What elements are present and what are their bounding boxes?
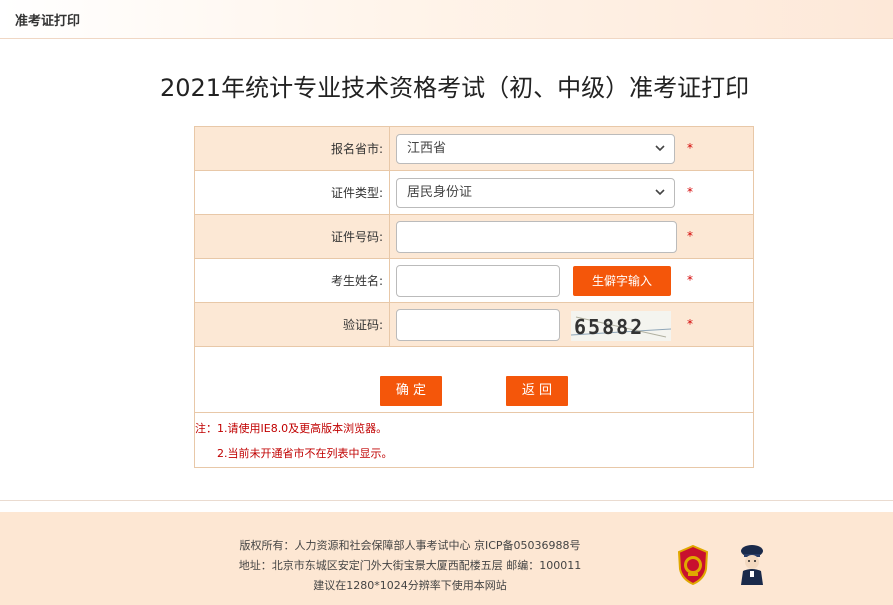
id-number-input[interactable] bbox=[396, 221, 677, 253]
province-label: 报名省市: bbox=[195, 127, 390, 171]
required-mark: * bbox=[687, 229, 693, 243]
required-mark: * bbox=[687, 317, 693, 331]
id-number-row: 证件号码: * bbox=[195, 215, 753, 259]
rare-char-input-button[interactable]: 生僻字输入 bbox=[573, 266, 671, 296]
cyber-police-icon[interactable] bbox=[735, 543, 769, 587]
name-input[interactable] bbox=[396, 265, 560, 297]
footer-divider bbox=[0, 500, 893, 501]
note-province: 2.当前未开通省市不在列表中显示。 bbox=[217, 447, 393, 460]
chevron-down-icon bbox=[654, 179, 666, 217]
police-emblem-icon[interactable] bbox=[676, 544, 710, 586]
name-label: 考生姓名: bbox=[195, 259, 390, 303]
page-title: 2021年统计专业技术资格考试（初、中级）准考证打印 bbox=[160, 74, 750, 102]
confirm-button[interactable]: 确 定 bbox=[380, 376, 442, 406]
captcha-label: 验证码: bbox=[195, 303, 390, 347]
province-select[interactable]: 江西省 bbox=[396, 134, 675, 164]
button-area: 确 定 返 回 bbox=[195, 347, 753, 413]
required-mark: * bbox=[687, 141, 693, 155]
id-type-row: 证件类型: 居民身份证 * bbox=[195, 171, 753, 215]
required-mark: * bbox=[687, 185, 693, 199]
province-select-value: 江西省 bbox=[407, 141, 447, 156]
admission-form: 报名省市: 江西省 * 证件类型: 居民身份证 * 证件号码: * 考生姓名: … bbox=[194, 126, 754, 468]
footer: 版权所有：人力资源和社会保障部人事考试中心 京ICP备05036988号 地址：… bbox=[0, 512, 893, 605]
back-button[interactable]: 返 回 bbox=[506, 376, 568, 406]
name-row: 考生姓名: 生僻字输入 * bbox=[195, 259, 753, 303]
id-type-select-value: 居民身份证 bbox=[407, 185, 473, 200]
province-row: 报名省市: 江西省 * bbox=[195, 127, 753, 171]
notes: 注：1.请使用IE8.0及更高版本浏览器。 2.当前未开通省市不在列表中显示。 bbox=[195, 413, 753, 467]
required-mark: * bbox=[687, 273, 693, 287]
header-title: 准考证打印 bbox=[15, 14, 81, 29]
id-type-select[interactable]: 居民身份证 bbox=[396, 178, 675, 208]
captcha-text: 65882 bbox=[574, 315, 645, 339]
top-bar: 准考证打印 bbox=[0, 0, 893, 39]
note-browser: 注：1.请使用IE8.0及更高版本浏览器。 bbox=[195, 422, 388, 435]
captcha-image[interactable]: 65882 bbox=[571, 311, 671, 341]
id-type-label: 证件类型: bbox=[195, 171, 390, 215]
captcha-row: 验证码: 65882 * bbox=[195, 303, 753, 347]
captcha-input[interactable] bbox=[396, 309, 560, 341]
id-number-label: 证件号码: bbox=[195, 215, 390, 259]
chevron-down-icon bbox=[654, 135, 666, 173]
